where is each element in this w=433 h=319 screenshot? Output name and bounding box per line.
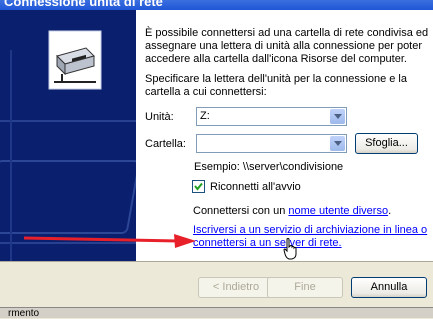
connect-other-user-text: Connettersi con un nome utente diverso.	[193, 205, 391, 218]
instruction-line: cartella a cui connettersi:	[145, 86, 267, 98]
finish-button[interactable]: Fine	[267, 277, 343, 298]
reconnect-label[interactable]: Riconnetti all'avvio	[210, 181, 301, 194]
browse-button[interactable]: Sfoglia...	[355, 133, 418, 154]
intro-line: È possibile connettersi ad una cartella …	[145, 27, 429, 39]
button-bar: < Indietro Fine Annulla	[0, 261, 433, 308]
wizard-sidebar	[0, 10, 136, 261]
network-drive-icon	[48, 30, 102, 90]
network-server-link[interactable]: connettersi a un server di rete.	[193, 237, 342, 249]
title-bar: Connessione unità di rete	[0, 0, 433, 10]
signup-link-container: connettersi a un server di rete.	[193, 237, 342, 250]
drive-letter-select[interactable]: Z:	[196, 107, 347, 126]
window-title: Connessione unità di rete	[4, 0, 163, 9]
intro-line: accedere alla cartella dall'icona Risors…	[145, 53, 407, 65]
check-icon	[194, 182, 203, 191]
signup-link-container: Iscriversi a un servizio di archiviazion…	[193, 224, 427, 237]
different-username-link[interactable]: nome utente diverso	[288, 205, 388, 217]
folder-label: Cartella:	[145, 138, 186, 150]
back-button[interactable]: < Indietro	[198, 277, 274, 298]
folder-combobox[interactable]	[196, 134, 347, 153]
connect-other-prefix: Connettersi con un	[193, 205, 289, 217]
chevron-down-icon[interactable]	[330, 109, 345, 124]
wizard-content: È possibile connettersi ad una cartella …	[136, 10, 433, 261]
cancel-button[interactable]: Annulla	[351, 277, 427, 298]
background-window-text: rmento	[8, 308, 40, 319]
folder-example: Esempio: \\server\condivisione	[194, 161, 344, 173]
instruction-line: Specificare la lettera dell'unità per la…	[145, 73, 407, 85]
drive-letter-value: Z:	[200, 110, 210, 122]
connect-other-suffix: .	[388, 205, 392, 217]
hand-cursor-icon	[283, 238, 297, 260]
chevron-down-icon[interactable]	[330, 136, 345, 151]
reconnect-checkbox[interactable]	[192, 180, 205, 193]
background-window-strip: rmento	[0, 307, 433, 319]
drive-label: Unità:	[145, 111, 174, 123]
online-storage-link[interactable]: Iscriversi a un servizio di archiviazion…	[193, 224, 427, 236]
intro-line: assegnare una lettera di unità alla conn…	[145, 40, 423, 52]
